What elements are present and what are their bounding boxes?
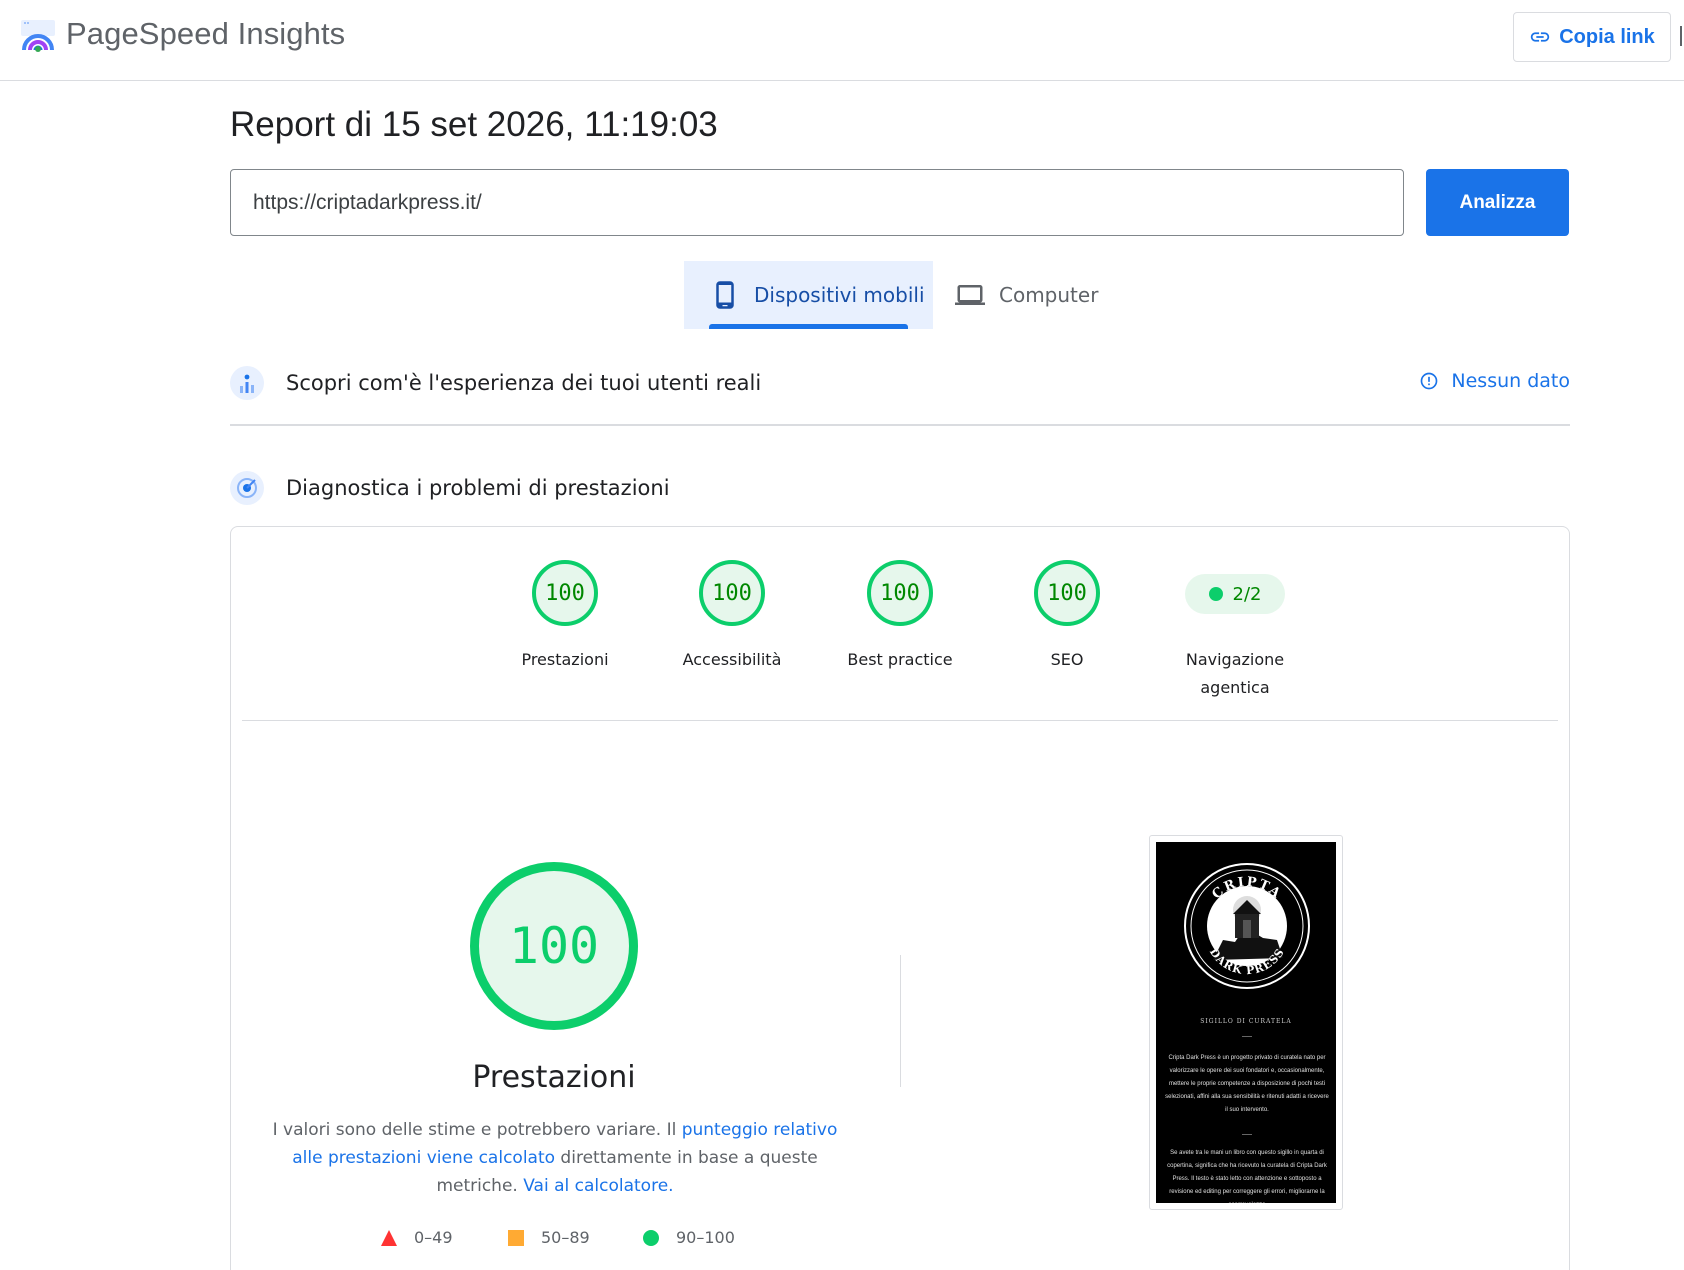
report-title: Report di 15 set 2026, 11:19:03: [230, 105, 718, 144]
gauge-seo[interactable]: 100: [1034, 560, 1100, 626]
laptop-icon: [955, 285, 985, 305]
legend-fail-label: 0–49: [414, 1228, 453, 1247]
url-input[interactable]: [230, 169, 1404, 236]
agentic-label: Navigazione agentica: [1150, 646, 1320, 702]
perf-desc-text-1: I valori sono delle stime e potrebbero v…: [272, 1120, 682, 1140]
legend-fail: 0–49: [380, 1228, 453, 1247]
top-app-bar: PageSpeed Insights Copia link: [0, 0, 1684, 81]
screenshot-subtitle: SIGILLO DI CURATELA: [1200, 1018, 1292, 1025]
gauge-accessibility[interactable]: 100: [699, 560, 765, 626]
link-icon: [1531, 32, 1550, 42]
field-data-title: Scopri com'è l'esperienza dei tuoi utent…: [286, 371, 762, 395]
screenshot-rule: [1242, 1036, 1252, 1037]
legend-pass: 90–100: [642, 1228, 735, 1247]
square-icon: [508, 1229, 524, 1246]
gauge-label-seo: SEO: [1050, 650, 1084, 669]
diagnostics-icon: [230, 471, 264, 505]
card-divider: [242, 720, 1558, 721]
agentic-label-line2: agentica: [1200, 678, 1270, 697]
performance-gauge-large: 100: [470, 862, 638, 1030]
gauge-label-performance: Prestazioni: [521, 650, 609, 669]
section-divider: [230, 424, 1570, 426]
pagespeed-logo-icon: [21, 20, 55, 52]
tab-selected-indicator: [709, 324, 908, 329]
performance-description: I valori sono delle stime e potrebbero v…: [270, 1116, 840, 1200]
no-data-indicator[interactable]: Nessun dato: [1419, 370, 1570, 392]
calculator-link[interactable]: Vai al calcolatore.: [523, 1176, 673, 1196]
gauge-label-accessibility: Accessibilità: [682, 650, 782, 669]
legend-pass-label: 90–100: [676, 1228, 735, 1247]
agentic-value: 2/2: [1232, 583, 1262, 605]
gauge-best-practices[interactable]: 100: [867, 560, 933, 626]
gauge-label-best-practices: Best practice: [847, 650, 953, 669]
cripta-seal-logo-icon: CRIPTA DARK PRESS: [1184, 863, 1310, 989]
screenshot-paragraph-2: Se avete tra le mani un libro con questo…: [1167, 1150, 1327, 1203]
edge-divider: [1680, 26, 1682, 46]
agentic-navigation-pill[interactable]: 2/2: [1185, 574, 1285, 614]
tab-mobile-label: Dispositivi mobili: [754, 283, 925, 307]
performance-title: Prestazioni: [472, 1060, 636, 1095]
tab-desktop-label: Computer: [999, 283, 1099, 307]
pass-dot-icon: [1208, 587, 1223, 601]
triangle-icon: [381, 1229, 397, 1246]
no-data-label: Nessun dato: [1451, 370, 1570, 392]
app-title: PageSpeed Insights: [66, 16, 346, 51]
legend-average: 50–89: [507, 1228, 590, 1247]
info-icon: [1421, 372, 1438, 390]
lab-data-header: Diagnostica i problemi di prestazioni: [230, 463, 1570, 513]
users-chart-icon: [230, 366, 264, 400]
agentic-label-line1: Navigazione: [1185, 650, 1285, 669]
gauge-performance[interactable]: 100: [532, 560, 598, 626]
final-screenshot[interactable]: CRIPTA DARK PRESS SIGILLO DI CURATELA Cr…: [1149, 835, 1343, 1210]
tab-mobile[interactable]: Dispositivi mobili: [684, 261, 933, 329]
tab-desktop[interactable]: Computer: [955, 261, 1115, 329]
circle-icon: [643, 1229, 659, 1246]
smartphone-icon: [716, 281, 734, 309]
screenshot-rule: [1242, 1134, 1252, 1135]
field-data-header[interactable]: Scopri com'è l'esperienza dei tuoi utent…: [230, 358, 1570, 408]
copy-link-label: Copia link: [1559, 25, 1655, 48]
copy-link-button[interactable]: Copia link: [1513, 12, 1671, 62]
vertical-divider: [900, 955, 901, 1087]
legend-average-label: 50–89: [541, 1228, 590, 1247]
screenshot-canvas: CRIPTA DARK PRESS SIGILLO DI CURATELA Cr…: [1156, 842, 1336, 1203]
screenshot-paragraph-1: Cripta Dark Press è un progetto privato …: [1165, 1055, 1329, 1113]
analyze-button[interactable]: Analizza: [1426, 169, 1569, 236]
lab-data-title: Diagnostica i problemi di prestazioni: [286, 476, 670, 500]
